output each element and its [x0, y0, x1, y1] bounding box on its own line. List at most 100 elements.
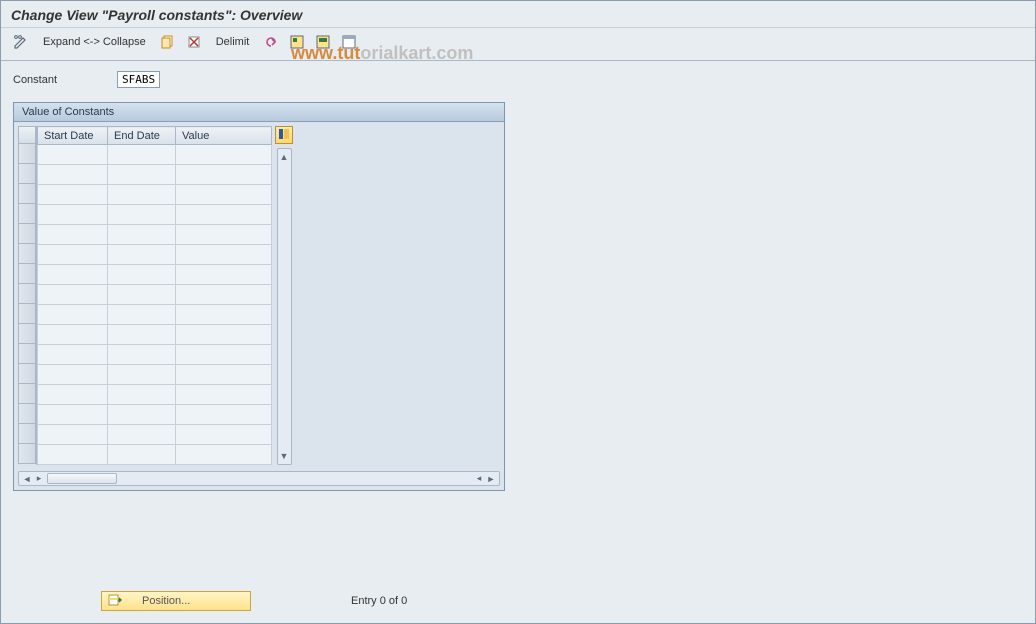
table-cell[interactable]	[108, 145, 176, 165]
table-cell[interactable]	[108, 365, 176, 385]
table-cell[interactable]	[176, 205, 272, 225]
row-selector[interactable]	[18, 444, 36, 464]
row-selector[interactable]	[18, 224, 36, 244]
table-row[interactable]	[38, 365, 272, 385]
delimit-button[interactable]: Delimit	[210, 34, 256, 50]
scroll-down-icon[interactable]: ▼	[278, 450, 290, 462]
table-cell[interactable]	[38, 145, 108, 165]
table-cell[interactable]	[108, 185, 176, 205]
table-cell[interactable]	[38, 245, 108, 265]
table-cell[interactable]	[38, 265, 108, 285]
copy-button[interactable]	[158, 32, 178, 52]
table-cell[interactable]	[38, 445, 108, 465]
scroll-up-icon[interactable]: ▲	[278, 151, 290, 163]
table-cell[interactable]	[176, 285, 272, 305]
row-selector[interactable]	[18, 384, 36, 404]
delete-button[interactable]	[184, 32, 204, 52]
col-header-start[interactable]: Start Date	[38, 127, 108, 145]
undo-button[interactable]	[261, 32, 281, 52]
table-row[interactable]	[38, 345, 272, 365]
row-selector[interactable]	[18, 184, 36, 204]
table-cell[interactable]	[38, 425, 108, 445]
table-cell[interactable]	[38, 305, 108, 325]
table-cell[interactable]	[38, 165, 108, 185]
table-row[interactable]	[38, 145, 272, 165]
position-button[interactable]: Position...	[101, 591, 251, 611]
table-cell[interactable]	[108, 425, 176, 445]
table-cell[interactable]	[108, 445, 176, 465]
table-cell[interactable]	[38, 345, 108, 365]
table-cell[interactable]	[38, 325, 108, 345]
table-cell[interactable]	[108, 285, 176, 305]
table-row[interactable]	[38, 245, 272, 265]
row-selector[interactable]	[18, 364, 36, 384]
horizontal-scrollbar[interactable]: ◄ ▸ ◂ ►	[18, 471, 500, 486]
scroll-right-in-icon[interactable]: ◂	[473, 473, 485, 485]
table-cell[interactable]	[108, 245, 176, 265]
table-cell[interactable]	[176, 345, 272, 365]
table-cell[interactable]	[176, 365, 272, 385]
table-row[interactable]	[38, 425, 272, 445]
table-cell[interactable]	[176, 165, 272, 185]
expand-collapse-button[interactable]: Expand <-> Collapse	[37, 34, 152, 50]
table-cell[interactable]	[176, 225, 272, 245]
table-cell[interactable]	[108, 405, 176, 425]
row-selector[interactable]	[18, 244, 36, 264]
table-cell[interactable]	[176, 325, 272, 345]
table-cell[interactable]	[38, 205, 108, 225]
table-cell[interactable]	[108, 345, 176, 365]
row-selector[interactable]	[18, 144, 36, 164]
col-header-value[interactable]: Value	[176, 127, 272, 145]
row-selector[interactable]	[18, 344, 36, 364]
table-cell[interactable]	[176, 385, 272, 405]
table-cell[interactable]	[176, 145, 272, 165]
table-cell[interactable]	[108, 225, 176, 245]
row-selector[interactable]	[18, 204, 36, 224]
table-row[interactable]	[38, 225, 272, 245]
table-cell[interactable]	[38, 225, 108, 245]
table-cell[interactable]	[176, 405, 272, 425]
table-cell[interactable]	[176, 265, 272, 285]
row-selector[interactable]	[18, 304, 36, 324]
table-row[interactable]	[38, 445, 272, 465]
table-row[interactable]	[38, 205, 272, 225]
table-cell[interactable]	[38, 365, 108, 385]
table-cell[interactable]	[108, 265, 176, 285]
scroll-left2-icon[interactable]: ▸	[33, 473, 45, 485]
table-cell[interactable]	[38, 185, 108, 205]
table-row[interactable]	[38, 305, 272, 325]
table-cell[interactable]	[108, 165, 176, 185]
table-row[interactable]	[38, 285, 272, 305]
scroll-thumb[interactable]	[47, 473, 117, 484]
table-settings-button[interactable]	[275, 126, 293, 144]
toggle-display-change-button[interactable]	[11, 32, 31, 52]
table-cell[interactable]	[176, 445, 272, 465]
row-selector[interactable]	[18, 264, 36, 284]
table-cell[interactable]	[176, 185, 272, 205]
table-row[interactable]	[38, 265, 272, 285]
row-selector[interactable]	[18, 324, 36, 344]
table-row[interactable]	[38, 325, 272, 345]
table-cell[interactable]	[176, 425, 272, 445]
row-selector[interactable]	[18, 424, 36, 444]
row-selector[interactable]	[18, 164, 36, 184]
table-row[interactable]	[38, 165, 272, 185]
scroll-right-icon[interactable]: ►	[485, 473, 497, 485]
row-selector-header[interactable]	[18, 126, 36, 144]
table-row[interactable]	[38, 405, 272, 425]
table-cell[interactable]	[38, 385, 108, 405]
row-selector[interactable]	[18, 404, 36, 424]
scroll-left-icon[interactable]: ◄	[21, 473, 33, 485]
table-cell[interactable]	[38, 285, 108, 305]
table-cell[interactable]	[176, 245, 272, 265]
table-cell[interactable]	[38, 405, 108, 425]
table-cell[interactable]	[108, 385, 176, 405]
row-selector[interactable]	[18, 284, 36, 304]
table-cell[interactable]	[108, 325, 176, 345]
table-row[interactable]	[38, 385, 272, 405]
table-cell[interactable]	[108, 305, 176, 325]
table-cell[interactable]	[108, 205, 176, 225]
table-row[interactable]	[38, 185, 272, 205]
table-cell[interactable]	[176, 305, 272, 325]
col-header-end[interactable]: End Date	[108, 127, 176, 145]
